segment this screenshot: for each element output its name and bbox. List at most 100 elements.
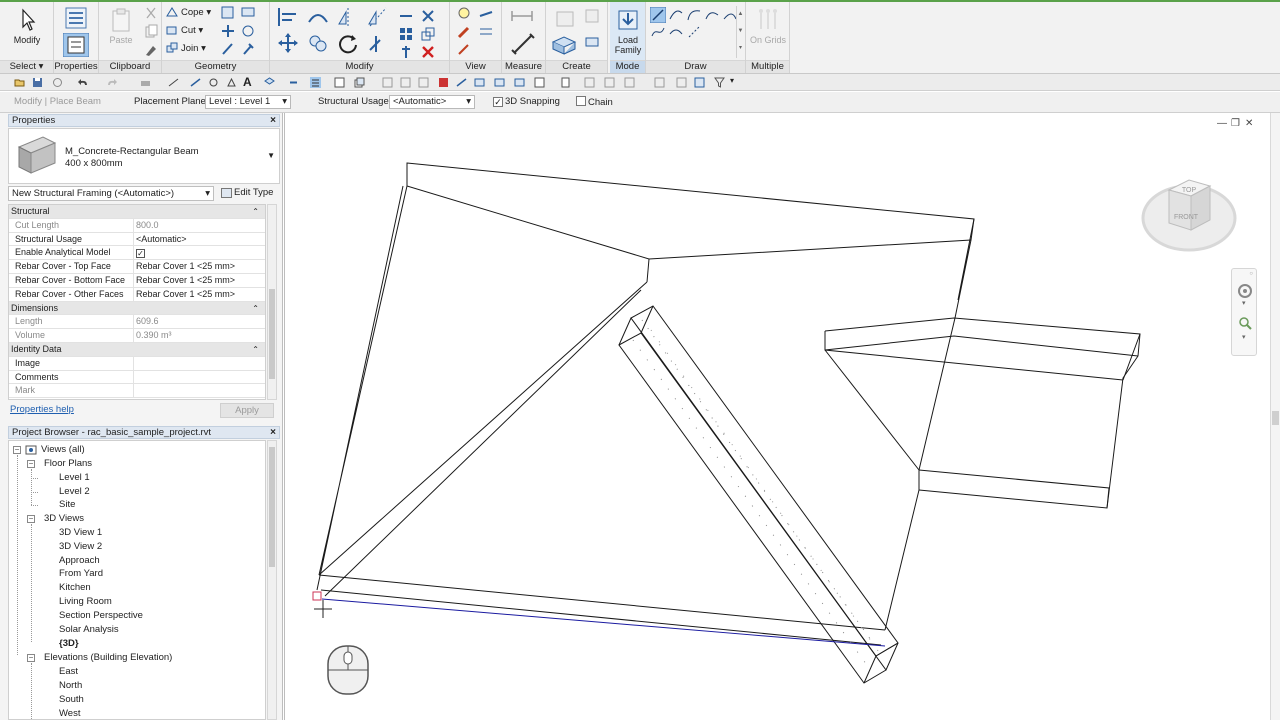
close-view-icon[interactable]: ✕ — [1245, 118, 1253, 129]
hide-element-icon[interactable] — [456, 42, 472, 58]
property-row[interactable]: Cut Length 800.0 — [9, 218, 265, 233]
delete-icon[interactable] — [420, 44, 436, 60]
tree-item-south[interactable]: South — [59, 694, 84, 706]
property-row[interactable]: Structural Usage <Automatic> — [9, 232, 265, 247]
property-row[interactable]: Enable Analytical Model ✓ — [9, 246, 265, 261]
instance-filter-dropdown[interactable]: New Structural Framing (<Automatic>) ▾ — [8, 186, 214, 201]
save-icon[interactable] — [32, 77, 43, 88]
3d-viewport[interactable]: TOP FRONT — [284, 113, 1270, 720]
thin-lines-icon[interactable] — [310, 77, 321, 88]
create-assembly-icon[interactable] — [550, 34, 578, 56]
structural-usage-dropdown[interactable]: <Automatic> ▾ — [389, 95, 475, 110]
draw-arc-center-icon[interactable] — [686, 7, 702, 23]
close-icon[interactable]: × — [270, 427, 276, 438]
properties-scrollbar[interactable] — [267, 204, 277, 400]
toolbar-tool-6-icon[interactable] — [474, 77, 485, 88]
beam-joins-icon[interactable] — [240, 23, 256, 39]
filter-icon[interactable] — [714, 77, 725, 88]
property-row[interactable]: Rebar Cover - Top Face Rebar Cover 1 <25 … — [9, 260, 265, 274]
toolbar-tool-8-icon[interactable] — [514, 77, 525, 88]
toolbar-tool-16-icon[interactable] — [694, 77, 705, 88]
property-row[interactable]: Volume 0.390 m³ — [9, 329, 265, 343]
undo-icon[interactable] — [78, 77, 89, 88]
tree-item-living-room[interactable]: Living Room — [59, 596, 112, 608]
tree-item-west[interactable]: West — [59, 708, 80, 719]
tree-item-approach[interactable]: Approach — [59, 555, 100, 567]
3d-snapping-checkbox[interactable]: ✓ 3D Snapping — [493, 96, 560, 107]
analytical-model-checkbox[interactable]: ✓ — [136, 249, 145, 259]
cope-button[interactable]: Cope ▾ — [166, 5, 211, 21]
apply-button[interactable]: Apply — [220, 403, 274, 418]
unpin-icon[interactable] — [420, 8, 436, 24]
tree-3d-views[interactable]: 3D Views — [44, 513, 84, 525]
aligned-dimension-icon[interactable] — [510, 32, 536, 56]
3d-view-icon[interactable] — [264, 77, 275, 88]
measure-qat-icon[interactable] — [168, 77, 179, 88]
browser-scrollbar[interactable] — [267, 440, 277, 720]
spot-elevation-icon[interactable] — [226, 77, 237, 88]
copy-icon[interactable] — [143, 24, 159, 40]
measure-between-icon[interactable] — [510, 6, 534, 26]
close-hidden-icon[interactable] — [334, 77, 345, 88]
toolbar-tool-13-icon[interactable] — [624, 77, 635, 88]
tree-item-site[interactable]: Site — [59, 499, 75, 511]
zoom-icon[interactable] — [1237, 315, 1253, 331]
placed-beam[interactable] — [618, 305, 899, 684]
property-row[interactable]: Rebar Cover - Other Faces Rebar Cover 1 <… — [9, 287, 265, 302]
cut-button[interactable]: Cut ▾ — [166, 23, 203, 39]
array-icon[interactable] — [398, 26, 414, 42]
property-row[interactable]: Length 609.6 — [9, 315, 265, 330]
switch-windows-icon[interactable] — [354, 77, 365, 88]
collapse-toggle[interactable]: − — [13, 446, 21, 454]
toolbar-tool-12-icon[interactable] — [604, 77, 615, 88]
override-graphics-icon[interactable] — [456, 6, 472, 22]
property-row[interactable]: Comments — [9, 370, 265, 385]
match-properties-icon[interactable] — [143, 42, 159, 58]
wall-joins-icon[interactable] — [220, 23, 236, 39]
viewcube-front-label[interactable]: FRONT — [1174, 214, 1199, 221]
edit-type-button[interactable]: Edit Type — [220, 186, 278, 201]
scale-icon[interactable] — [420, 26, 436, 42]
create-parts-icon[interactable] — [584, 34, 600, 50]
properties-toggle-icon[interactable] — [63, 33, 89, 57]
draw-spline-icon[interactable] — [650, 24, 666, 40]
mirror-axis-icon[interactable] — [336, 6, 360, 28]
create-group-icon[interactable] — [554, 8, 578, 30]
toolbar-tool-10-icon[interactable] — [560, 77, 571, 88]
toolbar-tool-2-icon[interactable] — [400, 77, 411, 88]
draw-arc-icon[interactable] — [668, 7, 684, 23]
tag-icon[interactable] — [208, 77, 219, 88]
mirror-draw-icon[interactable] — [366, 6, 390, 28]
toolbar-tool-15-icon[interactable] — [676, 77, 687, 88]
print-icon[interactable] — [140, 77, 151, 88]
type-selector[interactable]: M_Concrete-Rectangular Beam 400 x 800mm … — [8, 128, 280, 184]
collapse-toggle[interactable]: − — [27, 460, 35, 468]
viewcube[interactable]: TOP FRONT — [1141, 179, 1237, 252]
tree-item-3d-view-1[interactable]: 3D View 1 — [59, 527, 102, 539]
scroll-thumb[interactable] — [269, 447, 275, 567]
draw-tangent-arc-icon[interactable] — [704, 7, 720, 23]
minimize-view-icon[interactable]: — — [1217, 118, 1227, 129]
view-tool-icon[interactable] — [478, 6, 494, 22]
toolbar-tool-1-icon[interactable] — [382, 77, 393, 88]
load-family-button[interactable]: Load Family — [610, 5, 646, 57]
select-panel-title[interactable]: Select ▾ — [0, 60, 53, 73]
paint-icon[interactable] — [240, 5, 256, 21]
draw-gallery-scroll[interactable]: ▲ ▼ ▾ — [736, 6, 744, 58]
toolbar-tool-11-icon[interactable] — [584, 77, 595, 88]
sync-icon[interactable] — [52, 77, 63, 88]
hammer-icon[interactable] — [240, 41, 256, 57]
group-header-dimensions[interactable]: Dimensions ⌃ — [9, 301, 265, 316]
type-properties-icon[interactable] — [63, 5, 89, 31]
tree-root-views[interactable]: Views (all) — [41, 444, 85, 456]
paste-button[interactable]: Paste — [102, 5, 140, 57]
tree-item-north[interactable]: North — [59, 680, 82, 692]
toolbar-tool-5-icon[interactable] — [456, 77, 467, 88]
redo-icon[interactable] — [106, 77, 117, 88]
tree-item-3d-default[interactable]: {3D} — [59, 638, 79, 650]
open-icon[interactable] — [14, 77, 25, 88]
pick-lines-icon[interactable] — [686, 24, 702, 40]
align-icon[interactable] — [276, 6, 300, 28]
tree-item-section-perspective[interactable]: Section Perspective — [59, 610, 143, 622]
cut-scissors-icon[interactable] — [143, 6, 159, 22]
